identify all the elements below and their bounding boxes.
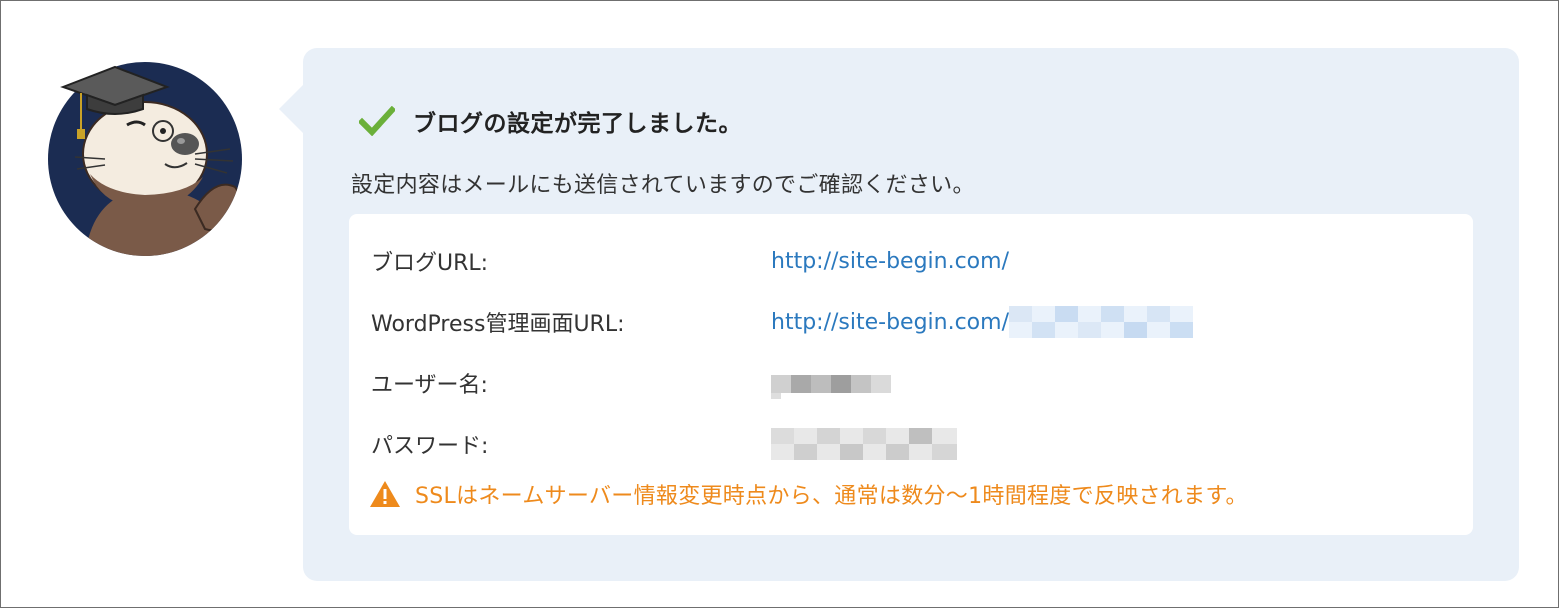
page-frame: ブログの設定が完了しました。 設定内容はメールにも送信されていますのでご確認くだ…	[0, 0, 1559, 608]
confirmation-subtitle: 設定内容はメールにも送信されていますのでご確認ください。	[351, 173, 975, 198]
success-title-row: ブログの設定が完了しました。	[359, 101, 742, 141]
warning-triangle-icon	[370, 481, 400, 507]
blog-url-link[interactable]: http://site-begin.com/	[771, 249, 1009, 274]
admin-url-link[interactable]: http://site-begin.com/	[771, 310, 1009, 335]
otter-avatar-icon	[48, 62, 242, 256]
admin-url-path-redacted	[1008, 306, 1193, 338]
detail-row-blog-url: ブログURL: http://site-begin.com/	[371, 244, 1009, 278]
admin-url-label: WordPress管理画面URL:	[371, 312, 625, 337]
username-label: ユーザー名:	[371, 373, 488, 398]
avatar	[45, 59, 245, 259]
username-redacted	[771, 367, 891, 399]
success-title: ブログの設定が完了しました。	[413, 111, 742, 137]
bubble-tail	[279, 83, 305, 135]
check-icon	[359, 106, 395, 136]
password-redacted	[771, 428, 957, 460]
ssl-notice: SSLはネームサーバー情報変更時点から、通常は数分〜1時間程度で反映されます。	[369, 477, 1248, 511]
blog-url-label: ブログURL:	[371, 251, 489, 276]
detail-row-username: ユーザー名:	[371, 366, 891, 400]
ssl-notice-text: SSLはネームサーバー情報変更時点から、通常は数分〜1時間程度で反映されます。	[415, 484, 1248, 509]
password-label: パスワード:	[371, 434, 489, 459]
detail-row-password: パスワード:	[371, 427, 957, 461]
detail-row-admin-url: WordPress管理画面URL: http://site-begin.com/	[371, 305, 1193, 339]
